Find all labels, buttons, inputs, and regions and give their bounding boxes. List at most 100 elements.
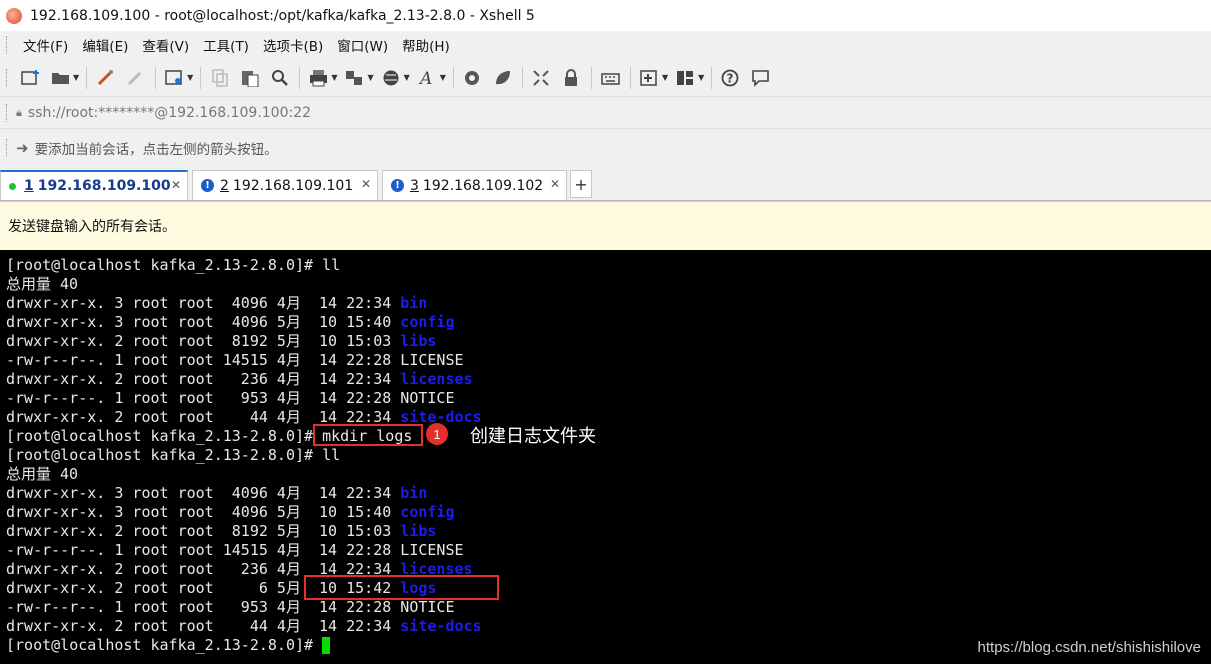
layout-icon[interactable]: [675, 67, 697, 89]
new-session-icon[interactable]: [20, 67, 42, 89]
chevron-down-icon[interactable]: ▼: [662, 73, 668, 82]
terminal-line: [root@localhost kafka_2.13-2.8.0]# ll: [6, 256, 340, 275]
terminal-line: -rw-r--r--. 1 root root 953 4月 14 22:28 …: [6, 389, 454, 408]
compose-hint: 发送键盘输入的所有会话。: [8, 219, 176, 235]
menu-view[interactable]: 查看(V): [135, 35, 196, 55]
terminal[interactable]: [root@localhost kafka_2.13-2.8.0]# ll 总用量…: [0, 250, 1211, 664]
print-icon[interactable]: [308, 67, 330, 89]
find-icon[interactable]: [269, 67, 291, 89]
close-icon[interactable]: ✕: [361, 177, 371, 191]
reconnect-icon[interactable]: [95, 67, 117, 89]
tab-session-2[interactable]: ! 2 192.168.109.101 ✕: [192, 170, 378, 200]
terminal-text: drwxr-xr-x. 2 root root 44 4月 14 22:34: [6, 617, 401, 635]
lock-icon[interactable]: [561, 67, 583, 89]
chat-icon[interactable]: [750, 67, 772, 89]
step-badge: 1: [426, 423, 448, 445]
terminal-text: -rw-r--r--. 1 root root 953 4月 14 22:28 …: [6, 598, 455, 616]
tab-number: 2: [220, 177, 229, 194]
xshell-logo-icon: [6, 7, 22, 24]
mkdir-highlight-box: [313, 424, 423, 446]
terminal-text: drwxr-xr-x. 3 root root 4096 4月 14 22:34: [6, 294, 401, 312]
terminal-text: [root@localhost kafka_2.13-2.8.0]#: [6, 636, 323, 654]
terminal-text: -rw-r--r--. 1 root root 953 4月 14 22:28 …: [6, 389, 455, 407]
separator: [86, 66, 88, 89]
alert-icon: !: [391, 179, 404, 192]
svg-text:A: A: [418, 69, 432, 87]
copy-icon[interactable]: [209, 67, 231, 89]
add-tab-icon[interactable]: [639, 67, 661, 89]
close-icon[interactable]: ✕: [550, 177, 560, 191]
chevron-down-icon[interactable]: ▼: [73, 73, 79, 82]
open-folder-icon[interactable]: [50, 67, 72, 89]
directory-name: config: [400, 503, 455, 521]
help-icon[interactable]: ?: [720, 67, 742, 89]
separator: [521, 66, 523, 89]
alert-icon: !: [201, 179, 214, 192]
hint-grip: [6, 139, 10, 157]
properties-icon[interactable]: [164, 67, 186, 89]
menu-tab[interactable]: 选项卡(B): [256, 35, 330, 55]
transfer-icon[interactable]: [344, 67, 366, 89]
add-tab-button[interactable]: +: [570, 170, 592, 198]
compose-bar[interactable]: 发送键盘输入的所有会话。: [0, 201, 1211, 251]
terminal-line: drwxr-xr-x. 3 root root 4096 5月 10 15:40…: [6, 503, 454, 522]
terminal-line: drwxr-xr-x. 3 root root 4096 5月 10 15:40…: [6, 313, 454, 332]
disconnect-icon[interactable]: [125, 67, 147, 89]
chevron-down-icon[interactable]: ▼: [367, 73, 373, 82]
annotation-text: 创建日志文件夹: [470, 426, 596, 447]
address-bar: 🔒︎ ssh://root:********@192.168.109.100:2…: [0, 96, 1211, 128]
chevron-down-icon[interactable]: ▼: [440, 73, 446, 82]
terminal-text: [root@localhost kafka_2.13-2.8.0]# ll: [6, 256, 341, 274]
hint-text: 要添加当前会话，点击左侧的箭头按钮。: [34, 142, 278, 158]
paste-icon[interactable]: [239, 67, 261, 89]
terminal-text: drwxr-xr-x. 2 root root 236 4月 14 22:34: [6, 370, 401, 388]
chevron-down-icon[interactable]: ▼: [698, 73, 704, 82]
terminal-text: drwxr-xr-x. 2 root root 8192 5月 10 15:03: [6, 332, 401, 350]
menu-help[interactable]: 帮助(H): [395, 35, 457, 55]
separator: [452, 66, 454, 89]
tab-label: 192.168.109.100: [37, 178, 171, 194]
chevron-down-icon[interactable]: ▼: [331, 73, 337, 82]
arrow-icon[interactable]: ➜: [16, 139, 29, 157]
window-title: 192.168.109.100 - root@localhost:/opt/ka…: [30, 7, 535, 24]
terminal-text: drwxr-xr-x. 2 root root 8192 5月 10 15:03: [6, 522, 401, 540]
terminal-line: 总用量 40: [6, 465, 78, 484]
tab-session-3[interactable]: ! 3 192.168.109.102 ✕: [382, 170, 567, 200]
chevron-down-icon[interactable]: ▼: [187, 73, 193, 82]
separator: [200, 66, 202, 89]
menu-window[interactable]: 窗口(W): [330, 35, 395, 55]
tab-session-1[interactable]: 1 192.168.109.100 ✕: [0, 170, 188, 200]
connected-dot-icon: [9, 182, 16, 190]
terminal-text: -rw-r--r--. 1 root root 14515 4月 14 22:2…: [6, 541, 464, 559]
terminal-text: drwxr-xr-x. 3 root root 4096 4月 14 22:34: [6, 484, 401, 502]
menu-file[interactable]: 文件(F): [16, 35, 75, 55]
close-icon[interactable]: ✕: [171, 178, 181, 192]
toolbar: ▼ ▼ ▼ ▼ ▼ A ▼ ▼ ▼ ?: [0, 59, 1211, 96]
terminal-line: [root@localhost kafka_2.13-2.8.0]# ll: [6, 446, 340, 465]
separator: [299, 66, 301, 89]
address-field[interactable]: ssh://root:********@192.168.109.100:22: [28, 105, 311, 121]
font-icon[interactable]: A: [417, 67, 439, 89]
terminal-line: drwxr-xr-x. 3 root root 4096 4月 14 22:34…: [6, 484, 427, 503]
terminal-line: [root@localhost kafka_2.13-2.8.0]#: [6, 636, 331, 655]
separator: [711, 66, 713, 89]
directory-name: libs: [400, 332, 437, 350]
terminal-text: -rw-r--r--. 1 root root 14515 4月 14 22:2…: [6, 351, 464, 369]
terminal-line: drwxr-xr-x. 2 root root 8192 5月 10 15:03…: [6, 332, 436, 351]
tab-number: 1: [24, 178, 34, 194]
xftp-icon[interactable]: [462, 67, 484, 89]
terminal-line: -rw-r--r--. 1 root root 953 4月 14 22:28 …: [6, 598, 454, 617]
logs-highlight-box: [304, 575, 499, 600]
terminal-text: [root@localhost kafka_2.13-2.8.0]# ll: [6, 446, 341, 464]
globe-icon[interactable]: [381, 67, 403, 89]
hint-bar: ➜ 要添加当前会话，点击左侧的箭头按钮。: [0, 128, 1211, 167]
fullscreen-icon[interactable]: [531, 67, 553, 89]
terminal-line: -rw-r--r--. 1 root root 14515 4月 14 22:2…: [6, 351, 464, 370]
menu-tools[interactable]: 工具(T): [196, 35, 256, 55]
directory-name: config: [400, 313, 455, 331]
keyboard-icon[interactable]: [600, 67, 622, 89]
menu-edit[interactable]: 编辑(E): [75, 35, 135, 55]
terminal-line: drwxr-xr-x. 2 root root 236 4月 14 22:34 …: [6, 370, 473, 389]
chevron-down-icon[interactable]: ▼: [404, 73, 410, 82]
xmanager-icon[interactable]: [492, 67, 514, 89]
